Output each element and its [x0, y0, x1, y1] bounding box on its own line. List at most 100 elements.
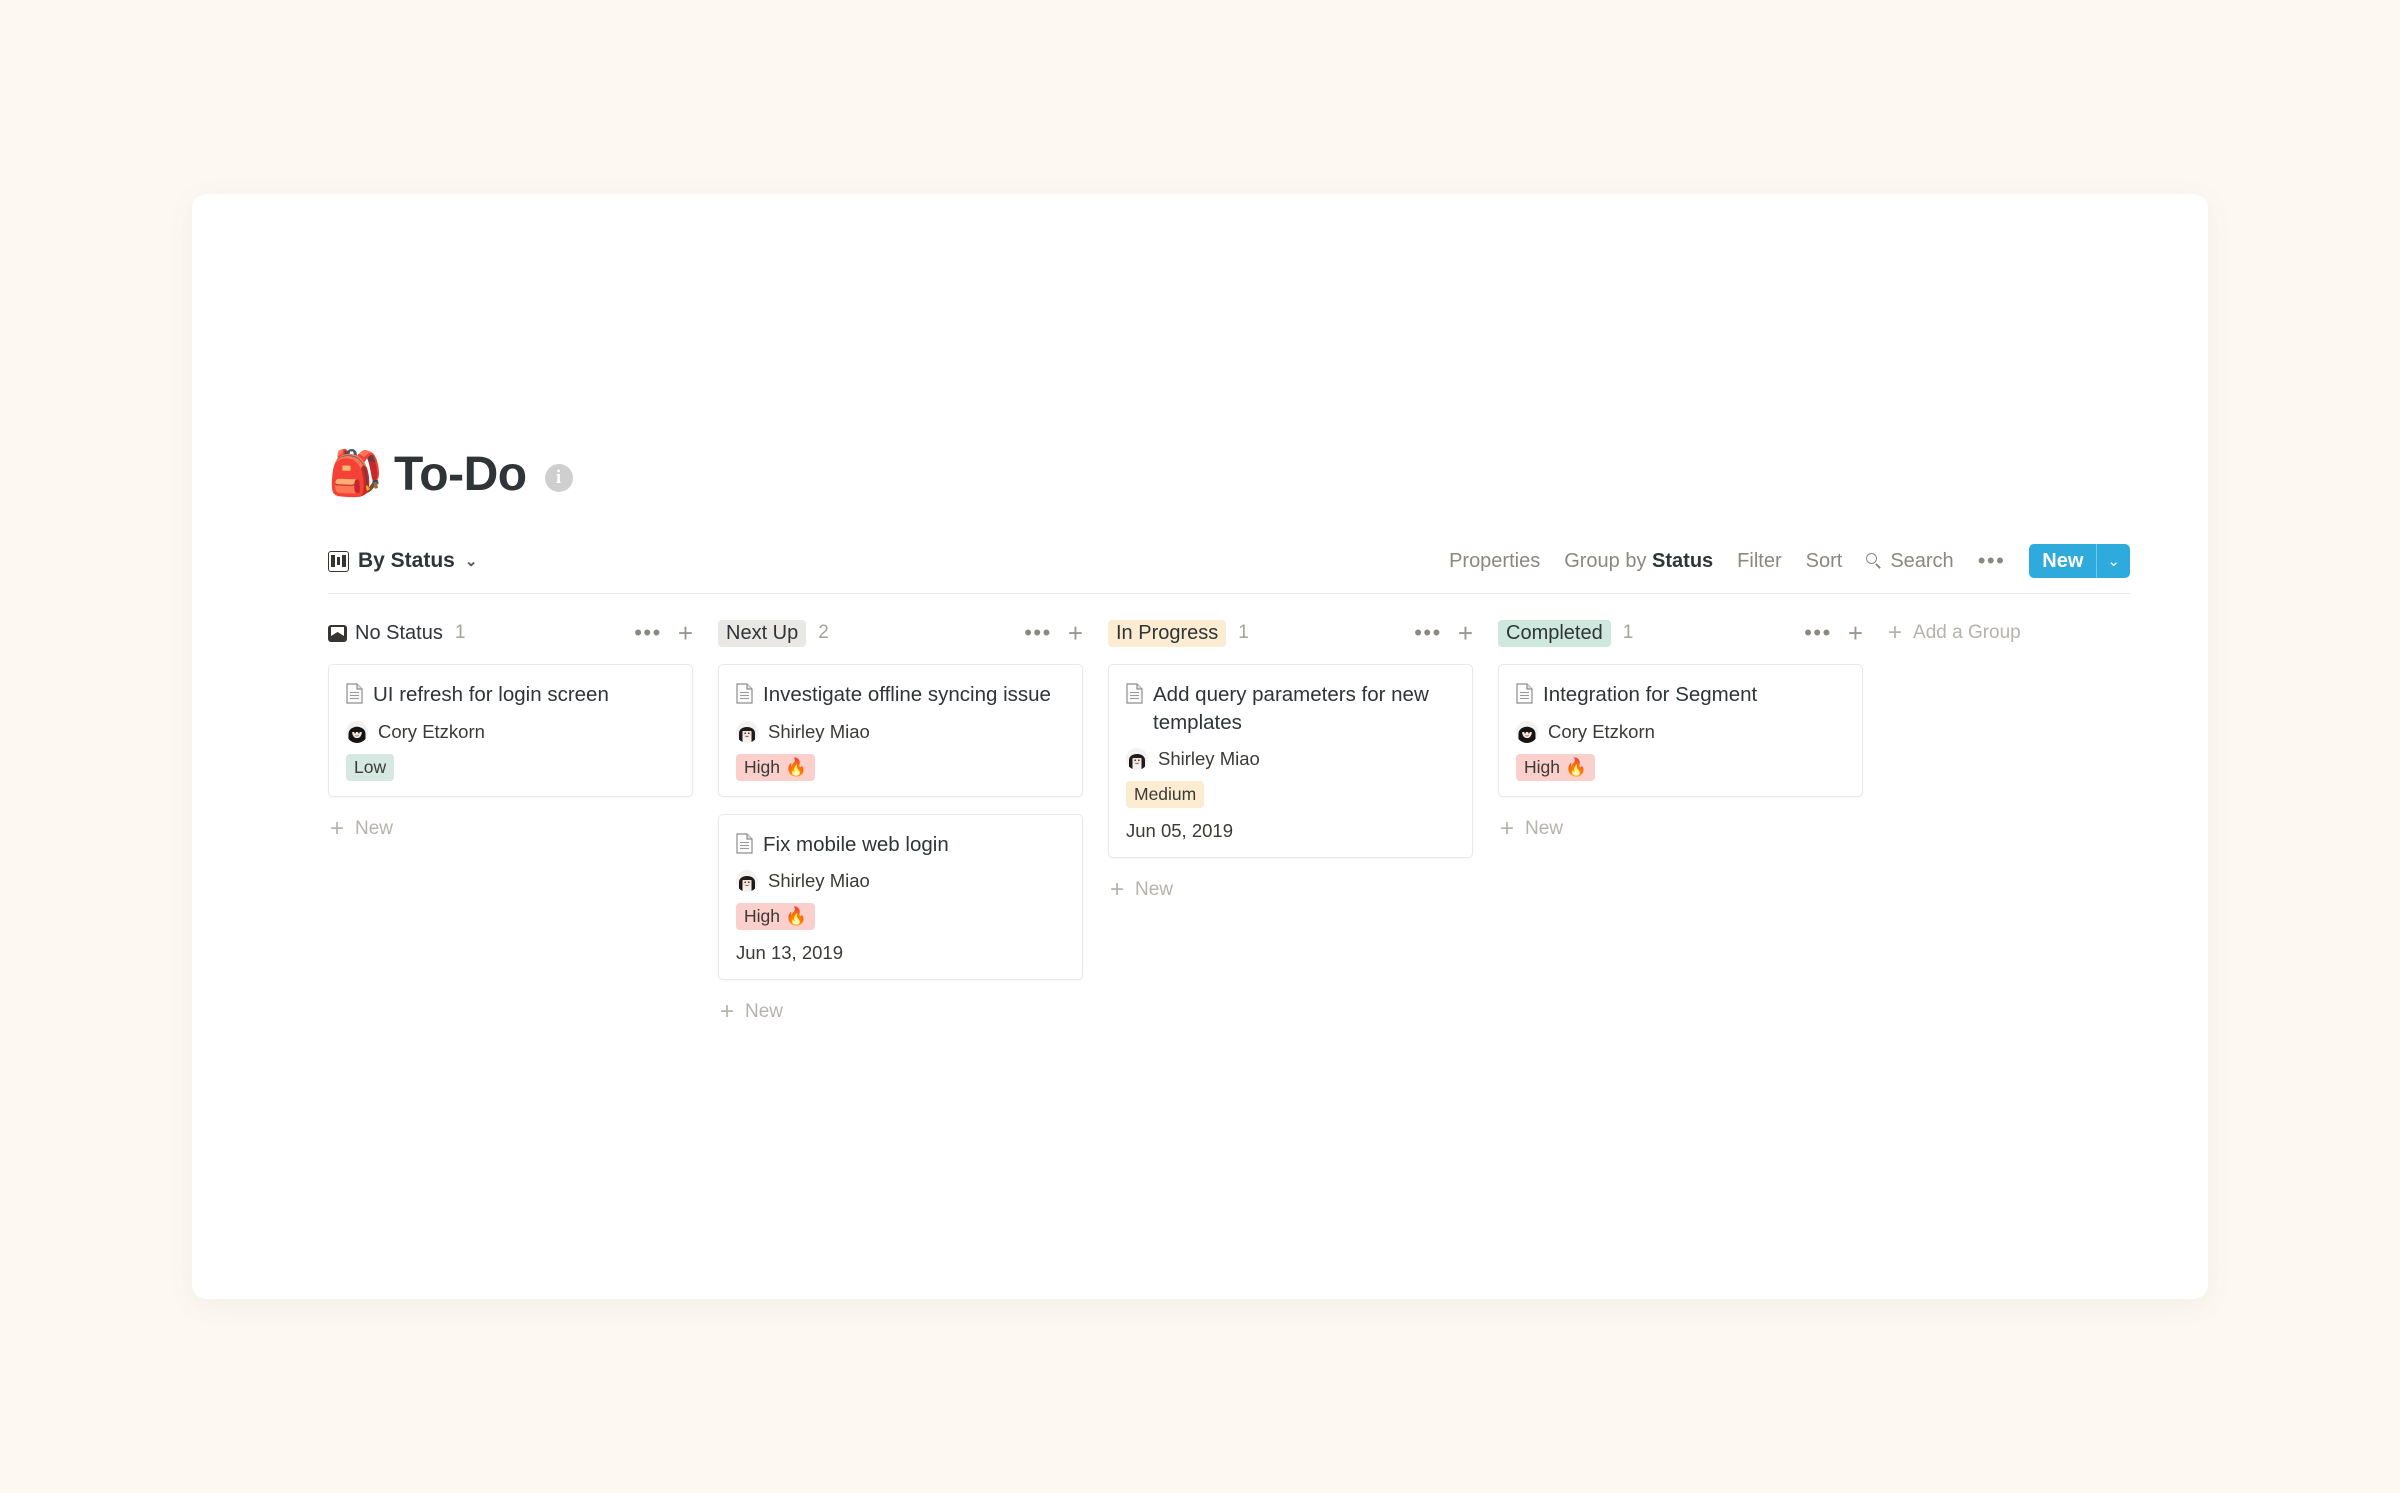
avatar-shirley-miao — [736, 870, 758, 893]
document-icon — [736, 833, 753, 854]
column-new-card-button[interactable]: + New — [1498, 814, 1863, 844]
sort-button[interactable]: Sort — [1806, 550, 1843, 573]
avatar-cory-etzkorn — [346, 720, 368, 743]
column-title[interactable]: Completed — [1498, 619, 1611, 647]
column-actions: ••• + — [1414, 620, 1473, 646]
add-group-button[interactable]: + Add a Group — [1888, 616, 2021, 650]
card-priority-tag: Low — [346, 753, 395, 781]
avatar-shirley-miao — [1126, 748, 1148, 771]
search-label: Search — [1890, 549, 1954, 572]
new-card-label: New — [745, 1001, 784, 1023]
view-tab-label: By Status — [358, 549, 455, 572]
page-icon-backpack-emoji: 🎒 — [328, 449, 383, 498]
new-card-label: New — [355, 817, 394, 839]
app-window: 🎒 To-Do i By Status ⌄ Properties Group b… — [192, 194, 2208, 1299]
card-priority-tag: High 🔥 — [736, 903, 815, 931]
column-name-label: No Status — [355, 621, 443, 644]
card-title: Investigate offline syncing issue — [736, 681, 1065, 709]
card-title-text: Integration for Segment — [1543, 683, 1758, 706]
new-card-label: New — [1135, 879, 1174, 901]
group-by-prefix: Group by — [1564, 549, 1653, 572]
info-icon[interactable]: i — [544, 464, 573, 492]
new-card-label: New — [1525, 817, 1564, 839]
fire-icon: 🔥 — [785, 756, 807, 777]
column-more-icon[interactable]: ••• — [1804, 622, 1832, 644]
tray-icon — [328, 624, 347, 642]
column-more-icon[interactable]: ••• — [1414, 622, 1442, 644]
view-toolbar: By Status ⌄ Properties Group by Status F… — [328, 544, 2130, 594]
new-button-chevron-down-icon[interactable]: ⌄ — [2097, 544, 2130, 578]
board-column: No Status 1 ••• + UI refresh for login scree… — [328, 616, 693, 844]
search-icon — [1866, 553, 1882, 569]
card-title: Add query parameters for new templates — [1126, 681, 1455, 736]
card-assignee-name: Shirley Miao — [1158, 748, 1260, 770]
page-header: 🎒 To-Do i — [328, 442, 2168, 506]
fire-icon: 🔥 — [1565, 756, 1587, 777]
more-options-icon[interactable]: ••• — [1978, 550, 2006, 572]
chevron-down-icon[interactable]: ⌄ — [465, 552, 478, 570]
column-title[interactable]: In Progress — [1108, 619, 1227, 647]
view-tab-by-status[interactable]: By Status ⌄ — [328, 549, 477, 573]
document-icon — [346, 683, 363, 704]
card-assignee-name: Shirley Miao — [768, 870, 870, 892]
board-card[interactable]: Investigate offline syncing issue Shirley… — [718, 664, 1083, 797]
column-add-icon[interactable]: + — [1848, 620, 1863, 646]
board-view-icon — [328, 550, 349, 572]
card-priority-tag: Medium — [1126, 781, 1205, 809]
card-assignee-name: Shirley Miao — [768, 720, 870, 742]
column-name-label: Completed — [1498, 619, 1611, 647]
column-new-card-button[interactable]: + New — [328, 814, 693, 844]
card-priority-label: High — [744, 906, 780, 927]
search-button[interactable]: Search — [1866, 549, 1954, 573]
card-assignee: Shirley Miao — [736, 870, 1065, 893]
filter-button[interactable]: Filter — [1737, 550, 1781, 573]
column-new-card-button[interactable]: + New — [718, 997, 1083, 1027]
plus-icon: + — [1500, 814, 1515, 842]
board-card[interactable]: UI refresh for login screen Cory Etzkorn L… — [328, 664, 693, 797]
card-date: Jun 13, 2019 — [736, 942, 843, 964]
document-icon — [736, 683, 753, 704]
properties-button[interactable]: Properties — [1449, 550, 1540, 573]
card-priority-label: Medium — [1134, 784, 1197, 805]
plus-icon: + — [330, 814, 345, 842]
card-assignee: Shirley Miao — [1126, 748, 1455, 771]
column-add-icon[interactable]: + — [678, 620, 693, 646]
column-actions: ••• + — [634, 620, 693, 646]
card-assignee: Shirley Miao — [736, 720, 1065, 743]
card-title-text: Fix mobile web login — [763, 832, 949, 856]
card-title-text: Investigate offline syncing issue — [763, 683, 1051, 706]
column-title[interactable]: No Status — [328, 622, 443, 645]
card-priority-label: High — [744, 756, 780, 777]
board-column: Next Up 2 ••• + Investigate offline syncing … — [718, 616, 1083, 1027]
column-add-icon[interactable]: + — [1458, 620, 1473, 646]
board-card[interactable]: Integration for Segment Cory Etzkorn High 🔥 — [1498, 664, 1863, 797]
new-button-label: New — [2042, 549, 2084, 572]
plus-icon: + — [1110, 876, 1125, 904]
card-assignee-name: Cory Etzkorn — [378, 720, 485, 742]
document-icon — [1516, 683, 1533, 704]
board-column: Completed 1 ••• + Integration for Segment Cor… — [1498, 616, 1863, 844]
add-group-label: Add a Group — [1913, 622, 2021, 643]
card-date: Jun 05, 2019 — [1126, 820, 1233, 842]
column-header: Completed 1 ••• + — [1498, 616, 1863, 650]
column-header: In Progress 1 ••• + — [1108, 616, 1473, 650]
card-title-text: Add query parameters for new templates — [1153, 683, 1429, 734]
column-count: 2 — [818, 622, 829, 643]
column-new-card-button[interactable]: + New — [1108, 875, 1473, 905]
page-content: 🎒 To-Do i By Status ⌄ Properties Group b… — [328, 442, 2168, 1027]
kanban-board: No Status 1 ••• + UI refresh for login scree… — [328, 616, 2168, 1027]
column-title[interactable]: Next Up — [718, 619, 807, 647]
board-card[interactable]: Fix mobile web login Shirley Miao High 🔥 Jun… — [718, 813, 1083, 981]
column-add-icon[interactable]: + — [1068, 620, 1083, 646]
column-more-icon[interactable]: ••• — [1024, 622, 1052, 644]
column-actions: ••• + — [1024, 620, 1083, 646]
plus-icon: + — [1888, 619, 1903, 646]
board-card[interactable]: Add query parameters for new templates Sh… — [1108, 664, 1473, 859]
new-button[interactable]: New ⌄ — [2029, 544, 2130, 578]
plus-icon: + — [720, 998, 735, 1026]
toolbar-actions: Properties Group by Status Filter Sort S… — [1449, 544, 2130, 578]
fire-icon: 🔥 — [785, 906, 807, 927]
group-by-button[interactable]: Group by Status — [1564, 550, 1713, 573]
column-more-icon[interactable]: ••• — [634, 622, 662, 644]
board-column: In Progress 1 ••• + Add query parameters for… — [1108, 616, 1473, 905]
